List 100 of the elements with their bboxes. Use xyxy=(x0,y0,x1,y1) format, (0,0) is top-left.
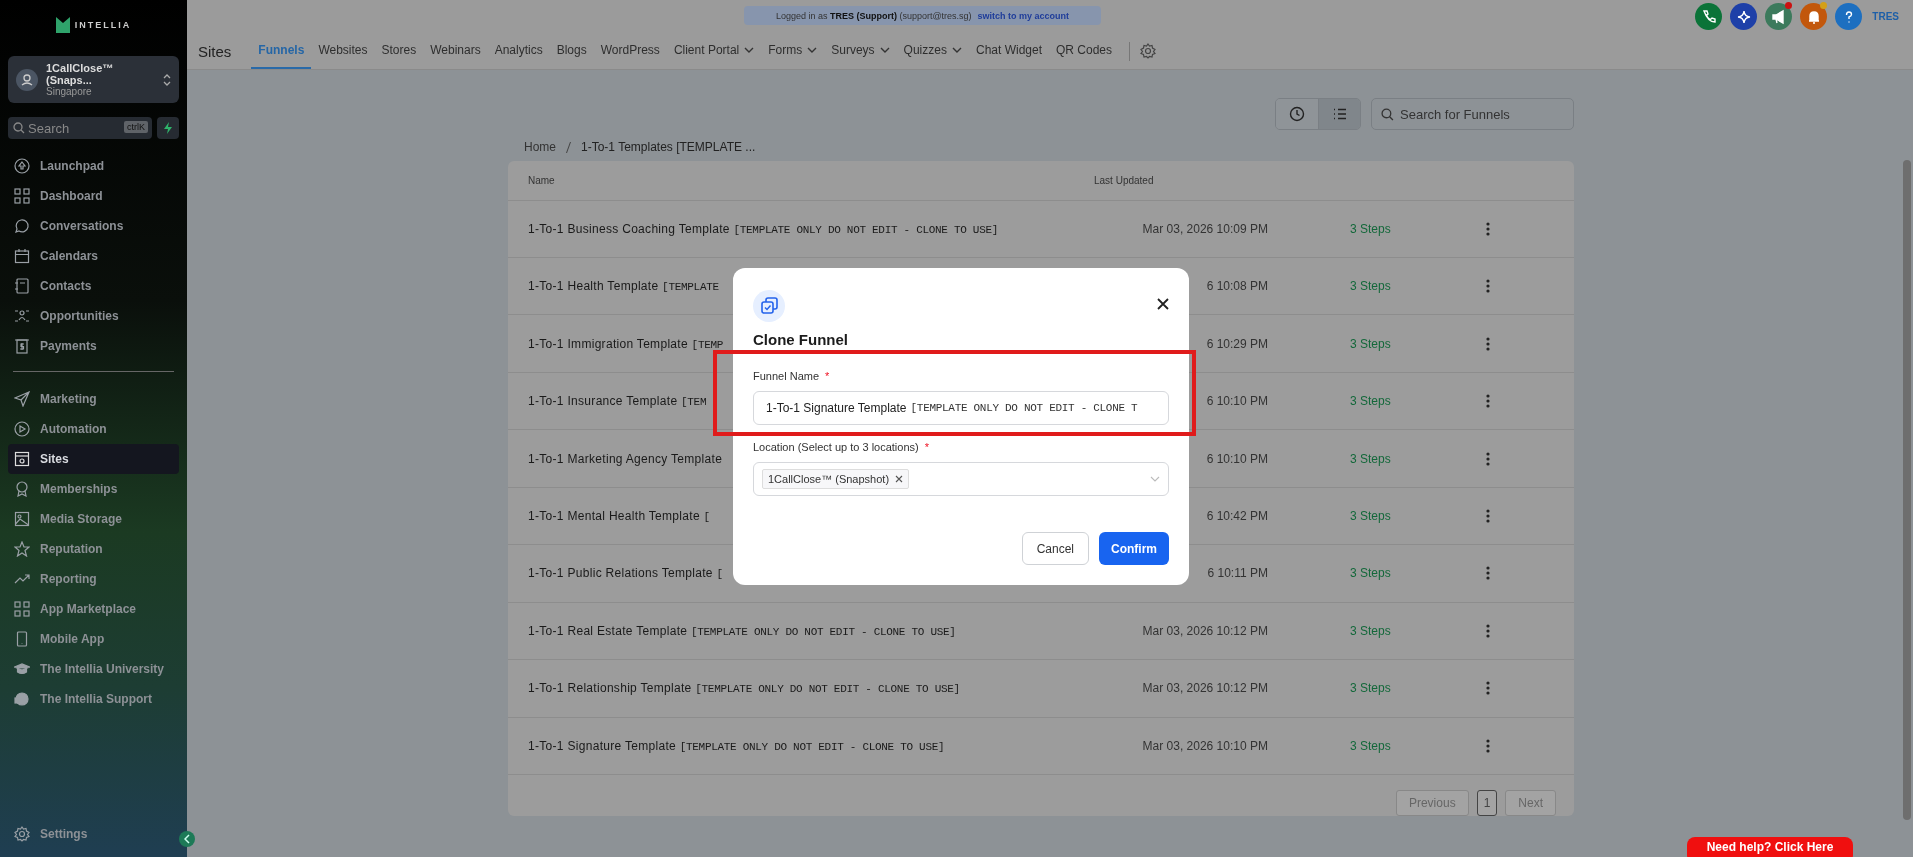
sidebar-item[interactable]: Payments xyxy=(8,331,179,361)
steps-link[interactable]: 3 Steps xyxy=(1350,221,1480,236)
sidebar-item[interactable]: Sites xyxy=(8,444,179,474)
steps-link[interactable]: 3 Steps xyxy=(1350,279,1480,294)
kebab-icon xyxy=(1486,336,1490,351)
cancel-button[interactable]: Cancel xyxy=(1021,532,1089,565)
shortcut-key: ctrlK xyxy=(124,121,148,133)
kebab-icon xyxy=(1486,566,1490,581)
nav-tab[interactable]: Stores xyxy=(374,33,424,69)
breadcrumb-link[interactable]: Home xyxy=(524,140,556,154)
nav-tab[interactable]: Client Portal xyxy=(666,33,762,69)
steps-link[interactable]: 3 Steps xyxy=(1350,336,1480,351)
phone-icon xyxy=(14,631,30,647)
updated-date: Mar 03, 2026 10:12 PM xyxy=(1142,623,1268,638)
sidebar-item[interactable]: The Intellia University xyxy=(8,654,179,684)
funnel-name[interactable]: 1-To-1 Signature Template [TEMPLATE ONLY DO NOT EDIT - CLONE TO USE] xyxy=(508,738,1094,753)
close-icon xyxy=(1157,298,1169,310)
column-header: Last Updated xyxy=(1094,174,1155,186)
nav-tab[interactable]: Blogs xyxy=(549,33,594,69)
award-icon xyxy=(14,481,30,497)
updated-date: 6 10:08 PM xyxy=(1206,279,1268,294)
location-select[interactable]: 1CallClose™ (Snapshot) xyxy=(753,462,1169,496)
location-icon xyxy=(16,68,38,91)
sparkle-icon xyxy=(1735,8,1752,25)
column-header: Name xyxy=(527,174,556,186)
sidebar-item[interactable]: Reporting xyxy=(8,564,179,594)
nav-tab[interactable]: WordPress xyxy=(593,33,667,69)
page-number[interactable]: 1 xyxy=(1476,789,1498,816)
quick-action-button[interactable] xyxy=(157,117,179,139)
funnel-name-field[interactable]: 1-To-1 Signature Template [TEMPLATE ONLY DO NOT EDIT - CLONE T xyxy=(753,391,1169,425)
sidebar-item[interactable]: Launchpad xyxy=(8,151,179,181)
help-button[interactable] xyxy=(1835,3,1863,30)
nav-tab[interactable]: QR Codes xyxy=(1049,33,1120,69)
sidebar-item[interactable]: Memberships xyxy=(8,474,179,504)
switch-account-link[interactable]: switch to my account xyxy=(977,10,1070,21)
image-icon xyxy=(14,511,30,527)
search-field[interactable]: Search for Funnels xyxy=(1371,98,1574,130)
megaphone-icon xyxy=(1770,8,1787,25)
scrollbar[interactable] xyxy=(1903,160,1911,820)
sidebar-item[interactable]: Contacts xyxy=(8,271,179,301)
sidebar-item[interactable]: App Marketplace xyxy=(8,594,179,624)
people-icon xyxy=(14,308,30,324)
list-view-button[interactable] xyxy=(1318,99,1360,129)
location-tag: 1CallClose™ (Snapshot) xyxy=(762,469,910,489)
bell-button[interactable] xyxy=(1800,3,1828,30)
collapse-button[interactable] xyxy=(179,831,195,847)
chevron-left-icon xyxy=(184,834,190,844)
confirm-button[interactable]: Confirm xyxy=(1099,532,1169,565)
chat-icon xyxy=(14,218,30,234)
nav-tab[interactable]: Chat Widget xyxy=(968,33,1049,69)
settings-item[interactable]: Settings xyxy=(8,819,179,849)
steps-link[interactable]: 3 Steps xyxy=(1350,738,1480,753)
copy-icon xyxy=(753,290,785,322)
funnel-name[interactable]: 1-To-1 Relationship Template [TEMPLATE ONLY DO NOT EDIT - CLONE TO USE] xyxy=(508,681,1094,696)
funnel-name[interactable]: 1-To-1 Business Coaching Template [TEMPLATE ONLY DO NOT EDIT - CLONE TO USE] xyxy=(508,221,1094,236)
remove-icon[interactable] xyxy=(895,475,904,483)
grid-icon xyxy=(14,188,30,204)
steps-link[interactable]: 3 Steps xyxy=(1350,681,1480,696)
sidebar-item[interactable]: Opportunities xyxy=(8,301,179,331)
field-label: Location (Select up to 3 locations) * xyxy=(753,441,930,453)
updated-date: 6 10:11 PM xyxy=(1207,566,1268,581)
kebab-icon xyxy=(1486,221,1490,236)
funnel-name[interactable]: 1-To-1 Real Estate Template [TEMPLATE ONLY DO NOT EDIT - CLONE TO USE] xyxy=(508,623,1094,638)
lightning-icon xyxy=(163,122,173,134)
nav-tab[interactable]: Forms xyxy=(761,33,825,69)
steps-link[interactable]: 3 Steps xyxy=(1350,508,1480,523)
sidebar-item[interactable]: Dashboard xyxy=(8,181,179,211)
sidebar-item[interactable]: Media Storage xyxy=(8,504,179,534)
calendar-icon xyxy=(14,248,30,264)
account-switcher[interactable]: 1CallClose™ (Snaps... Singapore xyxy=(8,56,179,103)
sparkle-button[interactable] xyxy=(1730,3,1758,30)
nav-tab[interactable]: Websites xyxy=(311,33,375,69)
kebab-icon xyxy=(1486,451,1490,466)
steps-link[interactable]: 3 Steps xyxy=(1350,451,1480,466)
send-icon xyxy=(14,391,30,407)
nav-tab[interactable]: Analytics xyxy=(487,33,550,69)
contact-icon xyxy=(14,278,30,294)
account-name: 1CallClose™ (Snaps... xyxy=(46,62,115,86)
sidebar-item[interactable]: Marketing xyxy=(8,384,179,414)
list-icon xyxy=(1331,106,1348,122)
breadcrumb-link[interactable]: 1-To-1 Templates [TEMPLATE ... xyxy=(581,140,756,154)
sidebar-item[interactable]: Reputation xyxy=(8,534,179,564)
sidebar-item[interactable]: Automation xyxy=(8,414,179,444)
sidebar-item[interactable]: Calendars xyxy=(8,241,179,271)
phone-button[interactable] xyxy=(1695,3,1723,30)
banner-text: Logged in as TRES (Support) (support@tres.sg) xyxy=(775,10,972,21)
sidebar-item[interactable]: Mobile App xyxy=(8,624,179,654)
help-button[interactable]: Need help? Click Here xyxy=(1687,837,1853,857)
clock-icon xyxy=(1289,106,1305,122)
sidebar-item[interactable]: Conversations xyxy=(8,211,179,241)
megaphone-button[interactable] xyxy=(1765,3,1793,30)
nav-tab[interactable]: Surveys xyxy=(824,33,897,69)
steps-link[interactable]: 3 Steps xyxy=(1350,394,1480,409)
settings-icon[interactable] xyxy=(1140,43,1157,60)
cap-icon xyxy=(14,661,30,677)
nav-tab[interactable]: Webinars xyxy=(423,33,488,69)
steps-link[interactable]: 3 Steps xyxy=(1350,566,1480,581)
nav-tab[interactable]: Quizzes xyxy=(896,33,969,69)
sidebar-item[interactable]: The Intellia Support xyxy=(8,684,179,714)
steps-link[interactable]: 3 Steps xyxy=(1350,623,1480,638)
